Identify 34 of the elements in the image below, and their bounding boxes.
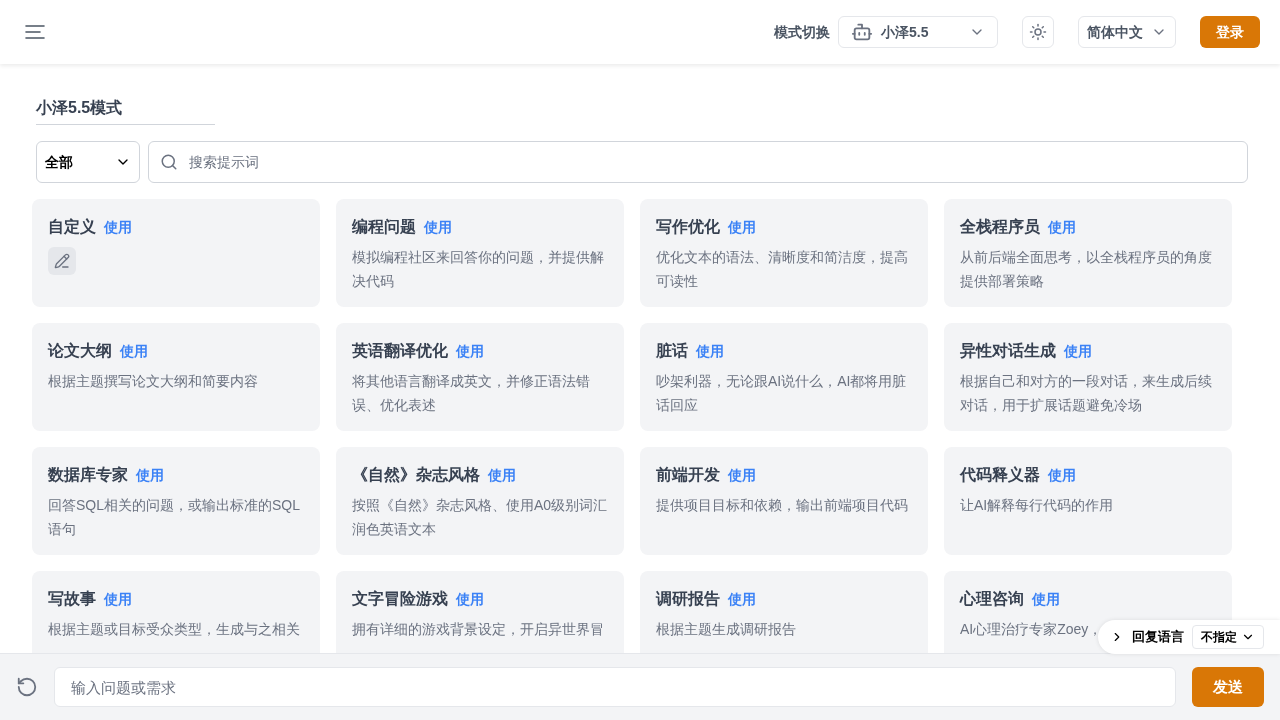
card-description: 将其他语言翻译成英文，并修正语法错误、优化表述 (352, 372, 591, 415)
card-title: 调研报告 (656, 589, 720, 609)
card-title: 异性对话生成 (960, 341, 1056, 361)
card-description: 根据主题撰写论文大纲和简要内容 (48, 372, 258, 391)
card-description: 模拟编程社区来回答你的问题，并提供解决代码 (352, 248, 605, 291)
card-title: 写故事 (48, 589, 96, 609)
card-description: 让AI解释每行代码的作用 (960, 496, 1114, 515)
card-title: 数据库专家 (48, 465, 128, 485)
card-title: 脏话 (656, 341, 688, 361)
card-description: 拥有详细的游戏背景设定，开启异世界冒 (352, 620, 604, 639)
card-description: 提供项目目标和依赖，输出前端项目代码 (656, 496, 908, 515)
card-title: 文字冒险游戏 (352, 589, 448, 609)
card-description: 从前后端全面思考，以全栈程序员的角度提供部署策略 (960, 248, 1213, 291)
card-title: 自定义 (48, 217, 96, 237)
card-description: 根据主题生成调研报告 (656, 620, 796, 639)
card-description: 回答SQL相关的问题，或输出标准的SQL语句 (48, 496, 302, 539)
card-description: 按照《自然》杂志风格、使用A0级别词汇润色英语文本 (352, 496, 608, 539)
card-title: 论文大纲 (48, 341, 112, 361)
card-title: 编程问题 (352, 217, 416, 237)
card-description: 优化文本的语法、清晰度和简洁度，提高可读性 (656, 248, 909, 291)
card-description: 吵架利器，无论跟AI说什么，AI都将用脏话回应 (656, 372, 908, 415)
card-title: 心理咨询 (960, 589, 1024, 609)
mode-label: 模式切换 (774, 22, 830, 42)
card-description: 根据自己和对方的一段对话，来生成后续对话，用于扩展话题避免冷场 (960, 372, 1213, 415)
card-description: AI心理治疗专家Zoey， (960, 620, 1103, 639)
reply-language-label: 回复语言 (1132, 628, 1184, 647)
card-title: 英语翻译优化 (352, 341, 448, 361)
card-title: 《自然》杂志风格 (352, 465, 480, 485)
card-title: 写作优化 (656, 217, 720, 237)
card-title: 全栈程序员 (960, 217, 1040, 237)
card-title: 前端开发 (656, 465, 720, 485)
page-title: 小泽5.5模式 (36, 98, 124, 118)
card-title: 代码释义器 (960, 465, 1040, 485)
card-description: 根据主题或目标受众类型，生成与之相关 (48, 620, 300, 639)
